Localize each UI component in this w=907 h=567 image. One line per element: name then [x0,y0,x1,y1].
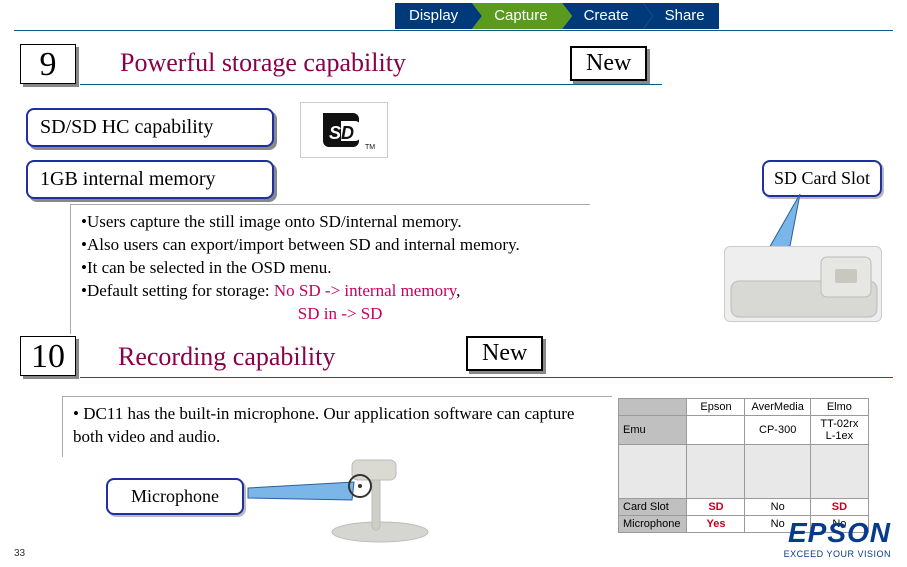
bullets-10: • DC11 has the built-in microphone. Our … [62,396,612,457]
bullet-text: DC11 has the built-in microphone. Our ap… [73,404,574,446]
callout-microphone: Microphone [106,478,244,515]
col-epson: Epson [687,399,745,416]
sd-logo-icon: S D TM [300,102,388,158]
bullet-text: Default setting for storage: [87,281,274,300]
svg-text:TM: TM [365,144,375,151]
table-row-images [619,445,869,499]
bullet-pink: SD in -> SD [298,304,383,323]
nav-capture: Capture [472,3,561,29]
thumb-avermedia [745,445,810,499]
sub-internal-memory: 1GB internal memory [26,160,274,199]
nav-label: Capture [494,7,547,24]
nav-label: Share [665,7,705,24]
rule-section-9 [80,84,662,85]
table-row-cardslot: Card Slot SD No SD [619,499,869,516]
device-photo-9 [724,246,882,322]
col-elmo: Elmo [810,399,868,416]
nav-label: Create [584,7,629,24]
thumb-elmo [810,445,868,499]
section-title-10: Recording capability [118,342,335,372]
svg-text:D: D [341,123,354,143]
row-label: Card Slot [619,499,687,516]
section-number-10: 10 [20,336,76,376]
brand-tagline: EXCEED YOUR VISION [784,549,891,559]
new-badge-9: New [570,46,647,81]
row-label: Microphone [619,516,687,533]
nav-create: Create [562,3,643,29]
brand-logo: EPSON EXCEED YOUR VISION [784,517,891,559]
bullet-text: Users capture the still image onto SD/in… [87,212,462,231]
bullet-pink: No SD -> internal memory [274,281,456,300]
page-number: 33 [14,548,25,559]
brand-word: EPSON [784,517,891,549]
nav-display: Display [395,3,472,29]
comparison-table: Epson AverMedia Elmo Emu CP-300 TT-02rx … [618,398,869,533]
bullets-9: •Users capture the still image onto SD/i… [70,204,590,334]
thumb-epson [687,445,745,499]
bullet-text: It can be selected in the OSD menu. [87,258,332,277]
section-number-9: 9 [20,44,76,84]
table-row-header: Epson AverMedia Elmo [619,399,869,416]
col-avermedia: AverMedia [745,399,810,416]
section-title-9: Powerful storage capability [120,48,406,78]
row-label: Emu [619,416,687,445]
nav-share: Share [643,3,719,29]
table-row-emu: Emu CP-300 TT-02rx L-1ex [619,416,869,445]
nav-label: Display [409,7,458,24]
rule-section-10 [80,377,893,378]
new-badge-10: New [466,336,543,371]
device-photo-10 [316,452,436,544]
bullet-text: Also users can export/import between SD … [87,235,520,254]
workflow-nav: Display Capture Create Share [395,3,719,29]
rule-top [14,30,893,31]
sub-sd-capability: SD/SD HC capability [26,108,274,147]
svg-text:S: S [329,123,341,143]
